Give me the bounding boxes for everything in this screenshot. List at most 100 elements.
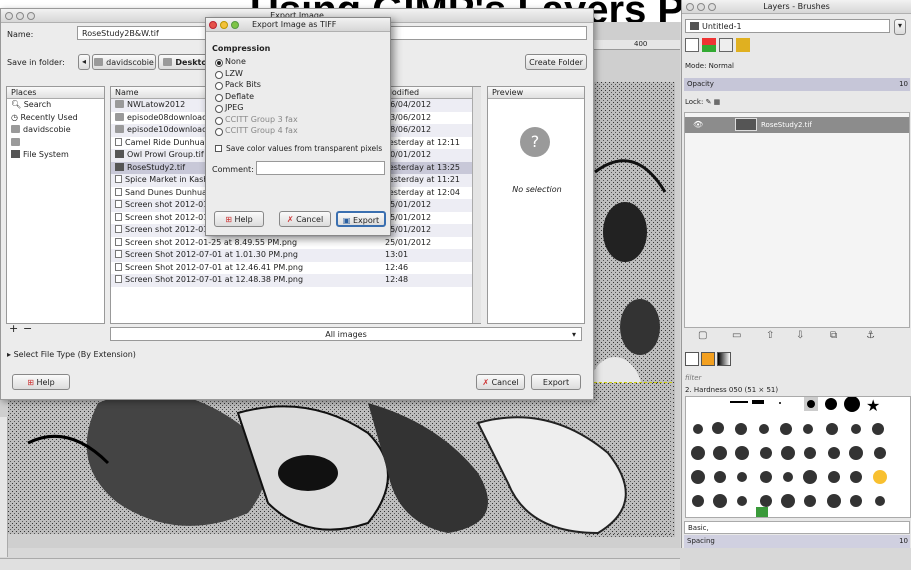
file-row[interactable]: Screen shot 2012-01-25 at 8.49.55 PM.png… bbox=[111, 237, 480, 250]
save-icon: ▣ bbox=[342, 216, 353, 225]
radio-packbits[interactable]: Pack Bits bbox=[212, 80, 382, 92]
brush-preset-field[interactable]: Basic, bbox=[684, 521, 910, 534]
eye-icon[interactable]: 👁︎ bbox=[693, 120, 703, 129]
places-item-filesystem[interactable]: File System bbox=[7, 149, 104, 162]
vertical-ruler bbox=[0, 417, 8, 557]
folder-icon bbox=[11, 137, 20, 146]
brush-grid[interactable]: ★ bbox=[685, 396, 911, 518]
file-filter-select[interactable]: All images bbox=[110, 327, 582, 341]
opacity-slider[interactable]: Opacity 10 bbox=[684, 78, 910, 91]
cancel-icon: ✗ bbox=[482, 378, 492, 387]
comment-input[interactable] bbox=[256, 161, 385, 175]
file-name: Screen Shot 2012-07-01 at 12.48.38 PM.pn… bbox=[115, 274, 385, 287]
file-row[interactable]: Screen Shot 2012-07-01 at 12.46.41 PM.pn… bbox=[111, 262, 480, 275]
layer-thumbnail bbox=[735, 118, 757, 131]
file-modified: 08/06/2012 bbox=[385, 125, 432, 134]
file-icon bbox=[115, 275, 122, 283]
help-button[interactable]: ⊞ Help bbox=[12, 374, 70, 390]
export-button[interactable]: Export bbox=[531, 374, 581, 390]
radio-jpeg[interactable]: JPEG bbox=[212, 103, 382, 115]
file-modified: 16/04/2012 bbox=[385, 100, 432, 109]
tiff-help-button[interactable]: ⊞ Help bbox=[214, 211, 264, 227]
file-icon bbox=[115, 212, 122, 221]
file-modified: 25/01/2012 bbox=[385, 200, 432, 209]
folder-icon bbox=[94, 58, 104, 66]
file-icon bbox=[115, 237, 122, 246]
path-back-button[interactable]: ◂ bbox=[78, 54, 90, 70]
folder-icon bbox=[11, 125, 20, 133]
comment-label: Comment: bbox=[212, 165, 254, 174]
opacity-value: 10 bbox=[899, 80, 908, 88]
close-window-icon[interactable] bbox=[209, 21, 217, 29]
save-in-label: Save in folder: bbox=[7, 58, 65, 67]
layers-tab-icon[interactable] bbox=[685, 38, 699, 52]
name-label: Name: bbox=[7, 30, 34, 39]
lifebuoy-icon: ⊞ bbox=[225, 215, 235, 224]
lock-row: Lock: ✎ ▦ bbox=[685, 98, 721, 106]
remove-place-icon[interactable]: − bbox=[23, 322, 32, 335]
raise-layer-icon[interactable]: ⇧ bbox=[766, 330, 774, 341]
file-icon bbox=[115, 225, 122, 233]
transparent-color-checkbox[interactable] bbox=[215, 145, 222, 152]
file-modified: 25/01/2012 bbox=[385, 237, 432, 247]
path-segment-home[interactable]: davidscobie bbox=[92, 54, 156, 70]
places-item-home[interactable]: davidscobie bbox=[7, 124, 104, 137]
radio-lzw[interactable]: LZW bbox=[212, 69, 382, 81]
places-item-search[interactable]: 🔍︎ Search bbox=[7, 99, 104, 112]
layer-name[interactable]: RoseStudy2.tif bbox=[761, 121, 812, 129]
tiff-cancel-button[interactable]: ✗ Cancel bbox=[279, 211, 331, 227]
file-list-scrollbar[interactable] bbox=[472, 87, 481, 323]
new-layer-icon[interactable]: ▢ bbox=[698, 330, 707, 341]
anchor-layer-icon[interactable]: ⚓ bbox=[866, 330, 875, 341]
duplicate-layer-icon[interactable]: ⧉ bbox=[830, 330, 837, 341]
undo-tab-icon[interactable] bbox=[736, 38, 750, 52]
cancel-button[interactable]: ✗ Cancel bbox=[476, 374, 525, 390]
transparent-color-label: Save color values from transparent pixel… bbox=[226, 144, 383, 153]
file-modified: 12:48 bbox=[385, 275, 409, 284]
file-modified: 13:01 bbox=[385, 250, 409, 259]
patterns-tab-icon[interactable] bbox=[701, 352, 715, 366]
lower-layer-icon[interactable]: ⇩ bbox=[796, 330, 804, 341]
spacing-slider[interactable]: Spacing 10 bbox=[684, 535, 910, 548]
file-modified: Yesterday at 11:21 bbox=[385, 175, 461, 184]
layer-group-icon[interactable]: ▭ bbox=[732, 330, 741, 341]
svg-text:★: ★ bbox=[866, 397, 880, 415]
image-selector-dropdown[interactable]: ▾ bbox=[894, 19, 906, 35]
radio-ccitt3[interactable]: CCITT Group 3 fax bbox=[212, 115, 382, 127]
layers-list: 👁︎ RoseStudy2.tif bbox=[684, 112, 910, 328]
radio-deflate[interactable]: Deflate bbox=[212, 92, 382, 104]
lock-alpha-icon[interactable]: ▦ bbox=[714, 98, 721, 106]
cancel-icon: ✗ bbox=[286, 215, 297, 224]
brush-name: 2. Hardness 050 (51 × 51) bbox=[685, 386, 779, 394]
mode-row[interactable]: Mode: Normal bbox=[682, 60, 911, 73]
places-item-recent[interactable]: ◷ Recently Used bbox=[7, 112, 104, 125]
file-icon bbox=[115, 187, 122, 196]
image-selector[interactable]: Untitled-1 bbox=[685, 19, 890, 33]
canvas-artwork bbox=[8, 382, 672, 534]
paths-tab-icon[interactable] bbox=[719, 38, 733, 52]
brushes-tab-icon[interactable] bbox=[685, 352, 699, 366]
horizontal-scrollbar[interactable] bbox=[0, 558, 680, 570]
mode-value: Normal bbox=[708, 62, 734, 70]
zoom-window-icon[interactable] bbox=[231, 21, 239, 29]
folder-icon bbox=[115, 112, 124, 121]
radio-none[interactable]: None bbox=[212, 57, 382, 69]
image-icon bbox=[115, 162, 124, 171]
layer-row[interactable]: 👁︎ RoseStudy2.tif bbox=[685, 117, 909, 133]
file-type-expander[interactable]: ▸ Select File Type (By Extension) bbox=[7, 350, 136, 359]
channels-tab-icon[interactable] bbox=[702, 38, 716, 52]
gradients-tab-icon[interactable] bbox=[717, 352, 731, 366]
minimize-window-icon[interactable] bbox=[220, 21, 228, 29]
folder-icon bbox=[115, 125, 124, 133]
tiff-export-button[interactable]: ▣ Export bbox=[336, 211, 386, 227]
radio-ccitt4[interactable]: CCITT Group 4 fax bbox=[212, 126, 382, 138]
brush-filter-input[interactable]: filter bbox=[685, 374, 701, 382]
create-folder-button[interactable]: Create Folder bbox=[525, 54, 587, 70]
lock-pixels-icon[interactable]: ✎ bbox=[706, 98, 712, 106]
file-row[interactable]: Screen Shot 2012-07-01 at 12.48.38 PM.pn… bbox=[111, 274, 480, 287]
add-place-icon[interactable]: + bbox=[9, 322, 18, 335]
tiff-dialog-titlebar: Export Image as TIFF bbox=[206, 18, 390, 32]
places-item-desktop[interactable] bbox=[7, 137, 104, 150]
compression-label: Compression bbox=[212, 44, 271, 53]
file-row[interactable]: Screen Shot 2012-07-01 at 1.01.30 PM.png… bbox=[111, 249, 480, 262]
